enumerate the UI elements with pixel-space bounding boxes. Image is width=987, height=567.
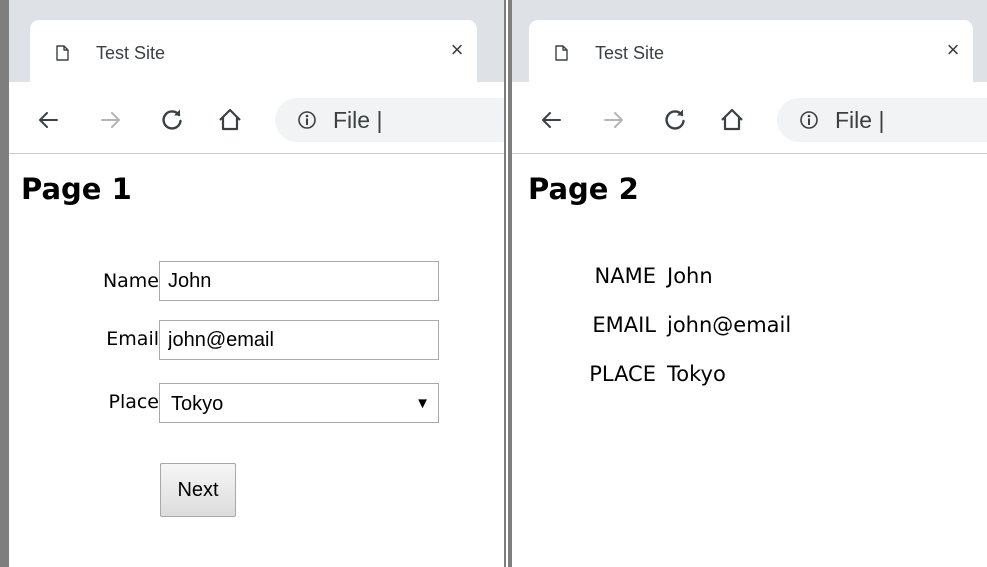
address-caret: | bbox=[376, 107, 383, 133]
email-label: Email bbox=[106, 328, 159, 350]
reload-icon bbox=[162, 109, 182, 130]
forward-button[interactable] bbox=[600, 106, 628, 134]
page-title: Page 1 bbox=[21, 172, 132, 206]
close-icon[interactable]: × bbox=[941, 38, 965, 62]
arrow-left-icon bbox=[542, 112, 561, 128]
page-icon bbox=[56, 45, 69, 61]
place-label: Place bbox=[108, 391, 159, 413]
reload-icon bbox=[665, 109, 685, 130]
address-bar[interactable]: File | bbox=[275, 98, 504, 142]
tab-test-site[interactable]: Test Site × bbox=[30, 20, 477, 82]
browser-window-1: Test Site × File | Page 1 Name John Emai… bbox=[0, 0, 506, 567]
page-icon bbox=[555, 45, 568, 61]
result-value-place: Tokyo bbox=[667, 362, 726, 386]
tab-title: Test Site bbox=[595, 43, 665, 63]
address-prefix: File bbox=[333, 107, 371, 133]
address-text: File | bbox=[333, 107, 382, 134]
address-text: File | bbox=[835, 107, 884, 134]
home-icon bbox=[219, 108, 241, 131]
close-icon[interactable]: × bbox=[445, 38, 469, 62]
info-icon[interactable] bbox=[799, 110, 819, 130]
home-button[interactable] bbox=[216, 106, 244, 134]
forward-button[interactable] bbox=[97, 106, 125, 134]
page-title: Page 2 bbox=[528, 172, 639, 206]
info-icon[interactable] bbox=[297, 110, 317, 130]
reload-button[interactable] bbox=[158, 106, 186, 134]
address-bar[interactable]: File | bbox=[777, 98, 987, 142]
arrow-left-icon bbox=[39, 112, 58, 128]
result-label-name: NAME bbox=[594, 264, 656, 288]
place-select-value: Tokyo bbox=[171, 393, 224, 415]
result-label-place: PLACE bbox=[589, 362, 656, 386]
result-value-name: John bbox=[667, 264, 713, 288]
triangle-down-icon: ▼ bbox=[415, 395, 430, 412]
tab-title: Test Site bbox=[96, 43, 166, 63]
tab-strip: Test Site × bbox=[9, 0, 504, 82]
home-icon bbox=[721, 108, 743, 131]
result-value-email: john@email bbox=[667, 313, 792, 337]
address-caret: | bbox=[878, 107, 885, 133]
place-select[interactable]: Tokyo ▼ bbox=[159, 383, 439, 423]
browser-toolbar: File | bbox=[9, 82, 504, 154]
tab-strip: Test Site × bbox=[512, 0, 987, 82]
back-button[interactable] bbox=[537, 106, 565, 134]
result-label-email: EMAIL bbox=[592, 313, 656, 337]
name-input[interactable] bbox=[159, 261, 439, 301]
home-button[interactable] bbox=[718, 106, 746, 134]
browser-window-2: Test Site × File | Page 2 NAME John EMAI… bbox=[508, 0, 987, 567]
reload-button[interactable] bbox=[661, 106, 689, 134]
name-label: Name bbox=[102, 270, 159, 292]
arrow-right-icon bbox=[604, 112, 623, 128]
email-input[interactable] bbox=[159, 320, 439, 360]
address-prefix: File bbox=[835, 107, 873, 133]
back-button[interactable] bbox=[34, 106, 62, 134]
arrow-right-icon bbox=[101, 112, 120, 128]
next-button[interactable]: Next bbox=[160, 463, 236, 517]
tab-test-site[interactable]: Test Site × bbox=[529, 20, 973, 82]
browser-toolbar: File | bbox=[512, 82, 987, 154]
